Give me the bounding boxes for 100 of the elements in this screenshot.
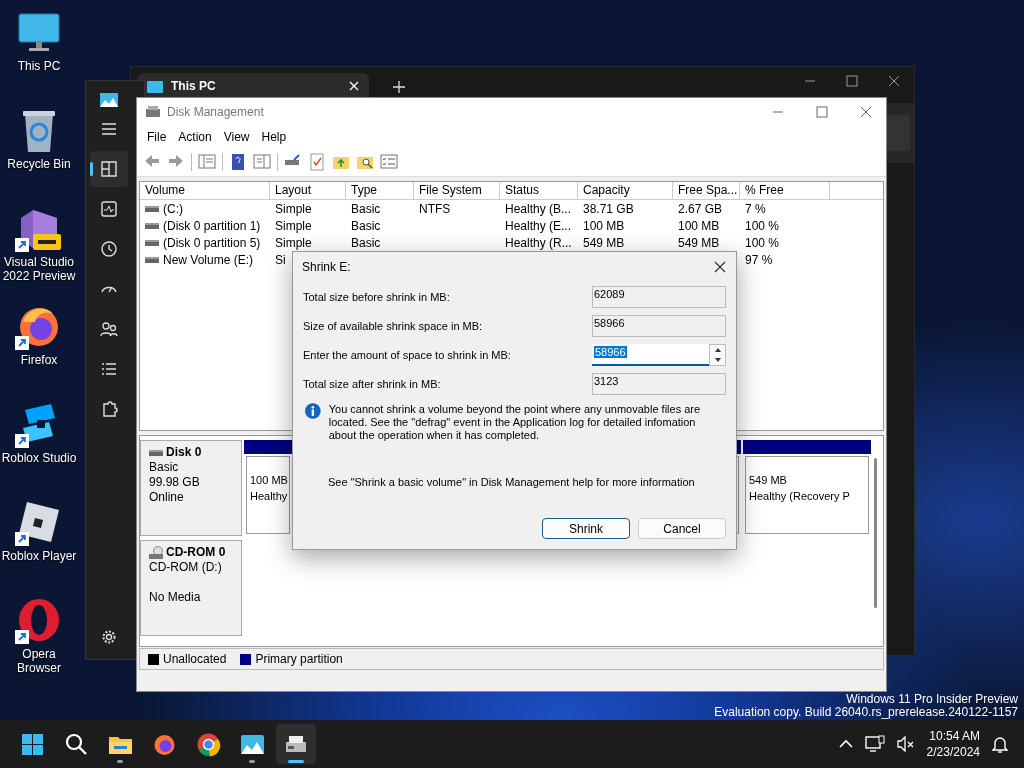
nav-button[interactable] bbox=[89, 151, 128, 187]
info-message: You cannot shrink a volume beyond the point where any unmovable files are located. See the "defrag" event in the Application log for detailed infomation about the operation when it has completed. bbox=[328, 403, 702, 442]
field-label: Total size before shrink in MB: bbox=[303, 291, 450, 303]
spin-up-button[interactable] bbox=[710, 345, 725, 355]
disk-info-panel[interactable]: Disk 0 Basic 99.98 GB Online bbox=[140, 440, 242, 536]
menu-item[interactable]: File bbox=[141, 130, 173, 144]
table-cell: (Disk 0 partition 1) bbox=[163, 218, 261, 233]
chevron-up-icon[interactable] bbox=[838, 739, 853, 749]
drive-icon bbox=[145, 221, 159, 230]
pane-icon[interactable] bbox=[253, 153, 271, 171]
shortcut-arrow-icon bbox=[15, 238, 29, 252]
shortcut-arrow-icon bbox=[15, 336, 29, 350]
field-label: Size of available shrink space in MB: bbox=[303, 320, 483, 332]
column-header[interactable]: % Free bbox=[740, 182, 830, 199]
disk-size: 99.98 GB bbox=[149, 475, 201, 490]
table-cell: 549 MB bbox=[583, 235, 625, 250]
table-cell: (C:) bbox=[163, 201, 183, 216]
column-header[interactable]: Volume bbox=[140, 182, 270, 199]
browser-tab[interactable]: This PC bbox=[137, 73, 369, 98]
table-cell: Simple bbox=[275, 235, 312, 250]
number-field[interactable]: 58966 bbox=[592, 344, 709, 366]
help-book-icon[interactable] bbox=[229, 153, 247, 171]
clock-date: 2/23/2024 bbox=[926, 744, 980, 760]
partition-size: 100 MB bbox=[250, 473, 288, 488]
properties-icon[interactable] bbox=[380, 153, 398, 171]
desktop-icon-label[interactable]: This PC bbox=[17, 59, 61, 73]
disk-status: No Media bbox=[149, 590, 202, 605]
bell-icon[interactable] bbox=[992, 735, 1008, 753]
shortcut-arrow-icon bbox=[15, 532, 29, 546]
desktop-icon-label[interactable]: Visual Studio 2022 Preview bbox=[0, 255, 78, 283]
pulse-icon bbox=[99, 200, 118, 218]
table-cell: (Disk 0 partition 5) bbox=[163, 235, 261, 250]
partition-status: Healthy (Recovery P bbox=[749, 489, 850, 504]
menu-item[interactable]: View bbox=[217, 130, 256, 144]
folder-icon bbox=[147, 78, 163, 93]
table-cell: 38.71 GB bbox=[583, 201, 634, 216]
partition-header-bar bbox=[244, 440, 292, 454]
menu-item[interactable]: Help bbox=[255, 130, 293, 144]
drive-icon bbox=[145, 238, 159, 247]
scrollbar-thumb[interactable] bbox=[874, 458, 877, 608]
column-header[interactable]: Status bbox=[500, 182, 578, 199]
table-cell: Basic bbox=[351, 235, 381, 250]
desktop-icon-label[interactable]: Roblox Studio bbox=[1, 451, 77, 465]
taskbar-button[interactable] bbox=[276, 724, 316, 764]
clock-time: 10:54 AM bbox=[929, 728, 980, 744]
info-icon bbox=[305, 403, 321, 419]
os-notice: Windows 11 Pro Insider Preview bbox=[846, 693, 1018, 706]
window-title: Disk Management bbox=[167, 105, 264, 119]
desktop-icon-label[interactable]: Firefox bbox=[20, 353, 58, 367]
readonly-field: 58966 bbox=[592, 315, 726, 337]
dialog-title: Shrink E: bbox=[302, 260, 351, 274]
checklist-icon[interactable] bbox=[308, 153, 326, 171]
table-cell: Basic bbox=[351, 201, 381, 216]
desktop-icon-label[interactable]: Opera Browser bbox=[0, 647, 78, 675]
column-header[interactable]: Free Spa... bbox=[673, 182, 740, 199]
desktop-icon-label[interactable]: Recycle Bin bbox=[7, 157, 71, 171]
disk-status: Online bbox=[149, 490, 185, 505]
plus-icon[interactable] bbox=[393, 81, 405, 93]
table-cell: Simple bbox=[275, 218, 312, 233]
disk-name: CD-ROM 0 bbox=[166, 545, 226, 560]
speaker-muted-icon[interactable] bbox=[896, 736, 915, 752]
close-icon[interactable] bbox=[888, 75, 900, 87]
table-cell: Basic bbox=[351, 218, 381, 233]
disk-type: CD-ROM (D:) bbox=[149, 560, 223, 575]
maximize-icon[interactable] bbox=[816, 106, 828, 118]
readonly-field: 62089 bbox=[592, 286, 726, 308]
cancel-button[interactable]: Cancel bbox=[638, 518, 726, 539]
chart-logo-icon bbox=[99, 93, 118, 107]
column-header[interactable]: Layout bbox=[270, 182, 346, 199]
disk-info-panel[interactable]: CD-ROM 0 CD-ROM (D:) No Media bbox=[140, 540, 242, 636]
disk-app-icon bbox=[145, 105, 161, 119]
network-icon[interactable] bbox=[864, 735, 885, 753]
history-icon bbox=[99, 240, 118, 258]
menu-item[interactable]: Action bbox=[172, 130, 218, 144]
table-cell: 2.67 GB bbox=[678, 201, 723, 216]
field-label: Total size after shrink in MB: bbox=[303, 378, 441, 390]
disk-name: Disk 0 bbox=[166, 445, 202, 460]
maximize-icon[interactable] bbox=[846, 75, 858, 87]
disk-type: Basic bbox=[149, 460, 180, 475]
users-icon bbox=[99, 320, 118, 338]
clock[interactable]: 10:54 AM 2/23/2024 bbox=[926, 728, 980, 760]
shortcut-arrow-icon bbox=[15, 434, 29, 448]
shrink-button[interactable]: Shrink bbox=[542, 518, 630, 539]
table-cell: 100 MB bbox=[583, 218, 625, 233]
column-header[interactable]: Capacity bbox=[578, 182, 673, 199]
settings-icon[interactable] bbox=[101, 629, 117, 645]
readonly-field: 3123 bbox=[592, 373, 726, 395]
drive-icon bbox=[145, 204, 159, 213]
spin-down-button[interactable] bbox=[710, 355, 725, 365]
triangle-down-icon bbox=[714, 358, 721, 362]
drive-icon bbox=[149, 448, 163, 457]
table-cell: Si bbox=[275, 252, 286, 267]
table-cell: Simple bbox=[275, 201, 312, 216]
table-cell: 7 % bbox=[745, 201, 766, 216]
close-icon[interactable] bbox=[714, 261, 726, 273]
panel-icon[interactable] bbox=[198, 153, 216, 171]
menu-icon bbox=[99, 120, 118, 138]
desktop-icon-label[interactable]: Roblox Player bbox=[1, 549, 77, 563]
column-header[interactable]: Type bbox=[346, 182, 414, 199]
column-header[interactable]: File System bbox=[414, 182, 500, 199]
